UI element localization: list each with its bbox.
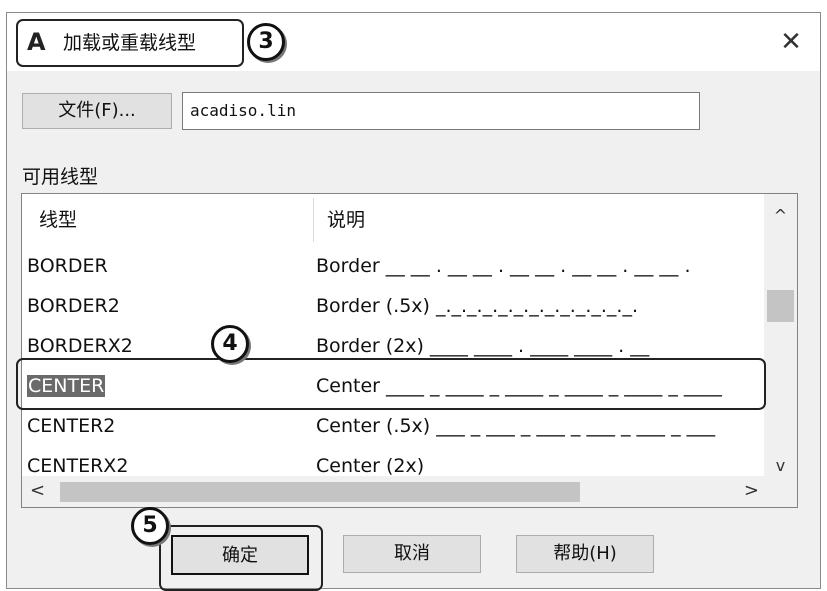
linetype-name: CENTER2: [27, 415, 116, 437]
table-row-border2[interactable]: BORDER2 Border (.5x) _._._._._._._._._._…: [22, 286, 764, 326]
file-name-field[interactable]: acadiso.lin: [182, 92, 700, 130]
callout-badge-4: 4: [211, 325, 249, 363]
vertical-scroll-thumb[interactable]: [767, 290, 794, 322]
horizontal-scrollbar[interactable]: < >: [22, 476, 797, 507]
column-header-linetype[interactable]: 线型: [39, 208, 77, 232]
scroll-right-icon[interactable]: >: [744, 480, 759, 501]
linetype-description: Border (2x) ____ ____ . ____ ____ . __: [316, 335, 650, 357]
linetype-description: Border __ __ . __ __ . __ __ . __ __ . _…: [316, 255, 691, 277]
linetype-description: Center (.5x) ___ _ ___ _ ___ _ ___ _ ___…: [316, 415, 716, 437]
linetype-name: BORDER2: [27, 295, 120, 317]
scroll-left-icon[interactable]: <: [30, 480, 45, 501]
horizontal-scroll-thumb[interactable]: [60, 482, 580, 502]
help-button[interactable]: 帮助(H): [516, 535, 654, 573]
linetype-name: BORDERX2: [27, 335, 133, 357]
column-header-description[interactable]: 说明: [327, 208, 365, 232]
file-button[interactable]: 文件(F)...: [22, 93, 172, 129]
scroll-up-icon[interactable]: ^: [764, 206, 797, 225]
callout-badge-5: 5: [131, 507, 169, 545]
linetype-name: BORDER: [27, 255, 108, 277]
ok-button[interactable]: 确定: [171, 535, 309, 575]
load-linetype-dialog: A 加载或重载线型 3 ✕ 文件(F)... acadiso.lin 可用线型 …: [6, 12, 821, 591]
title-bar: A 加载或重载线型 3 ✕: [7, 13, 820, 71]
callout-outline-center-row: [16, 358, 766, 410]
callout-outline-title: [16, 19, 244, 67]
column-divider: [313, 198, 314, 242]
cancel-button[interactable]: 取消: [343, 535, 481, 573]
vertical-scrollbar[interactable]: ^ v: [764, 194, 797, 476]
table-row-center2[interactable]: CENTER2 Center (.5x) ___ _ ___ _ ___ _ _…: [22, 406, 764, 446]
close-icon[interactable]: ✕: [776, 27, 806, 57]
available-linetypes-label: 可用线型: [22, 166, 99, 188]
linetype-list[interactable]: 线型 说明 BORDER Border __ __ . __ __ . __ _…: [21, 193, 798, 508]
scroll-down-icon[interactable]: v: [764, 456, 797, 475]
list-header: 线型 说明: [22, 194, 764, 246]
table-row-border[interactable]: BORDER Border __ __ . __ __ . __ __ . __…: [22, 246, 764, 286]
linetype-description: Border (.5x) _._._._._._._._._._._._._.: [316, 295, 638, 317]
callout-badge-3: 3: [247, 23, 285, 61]
